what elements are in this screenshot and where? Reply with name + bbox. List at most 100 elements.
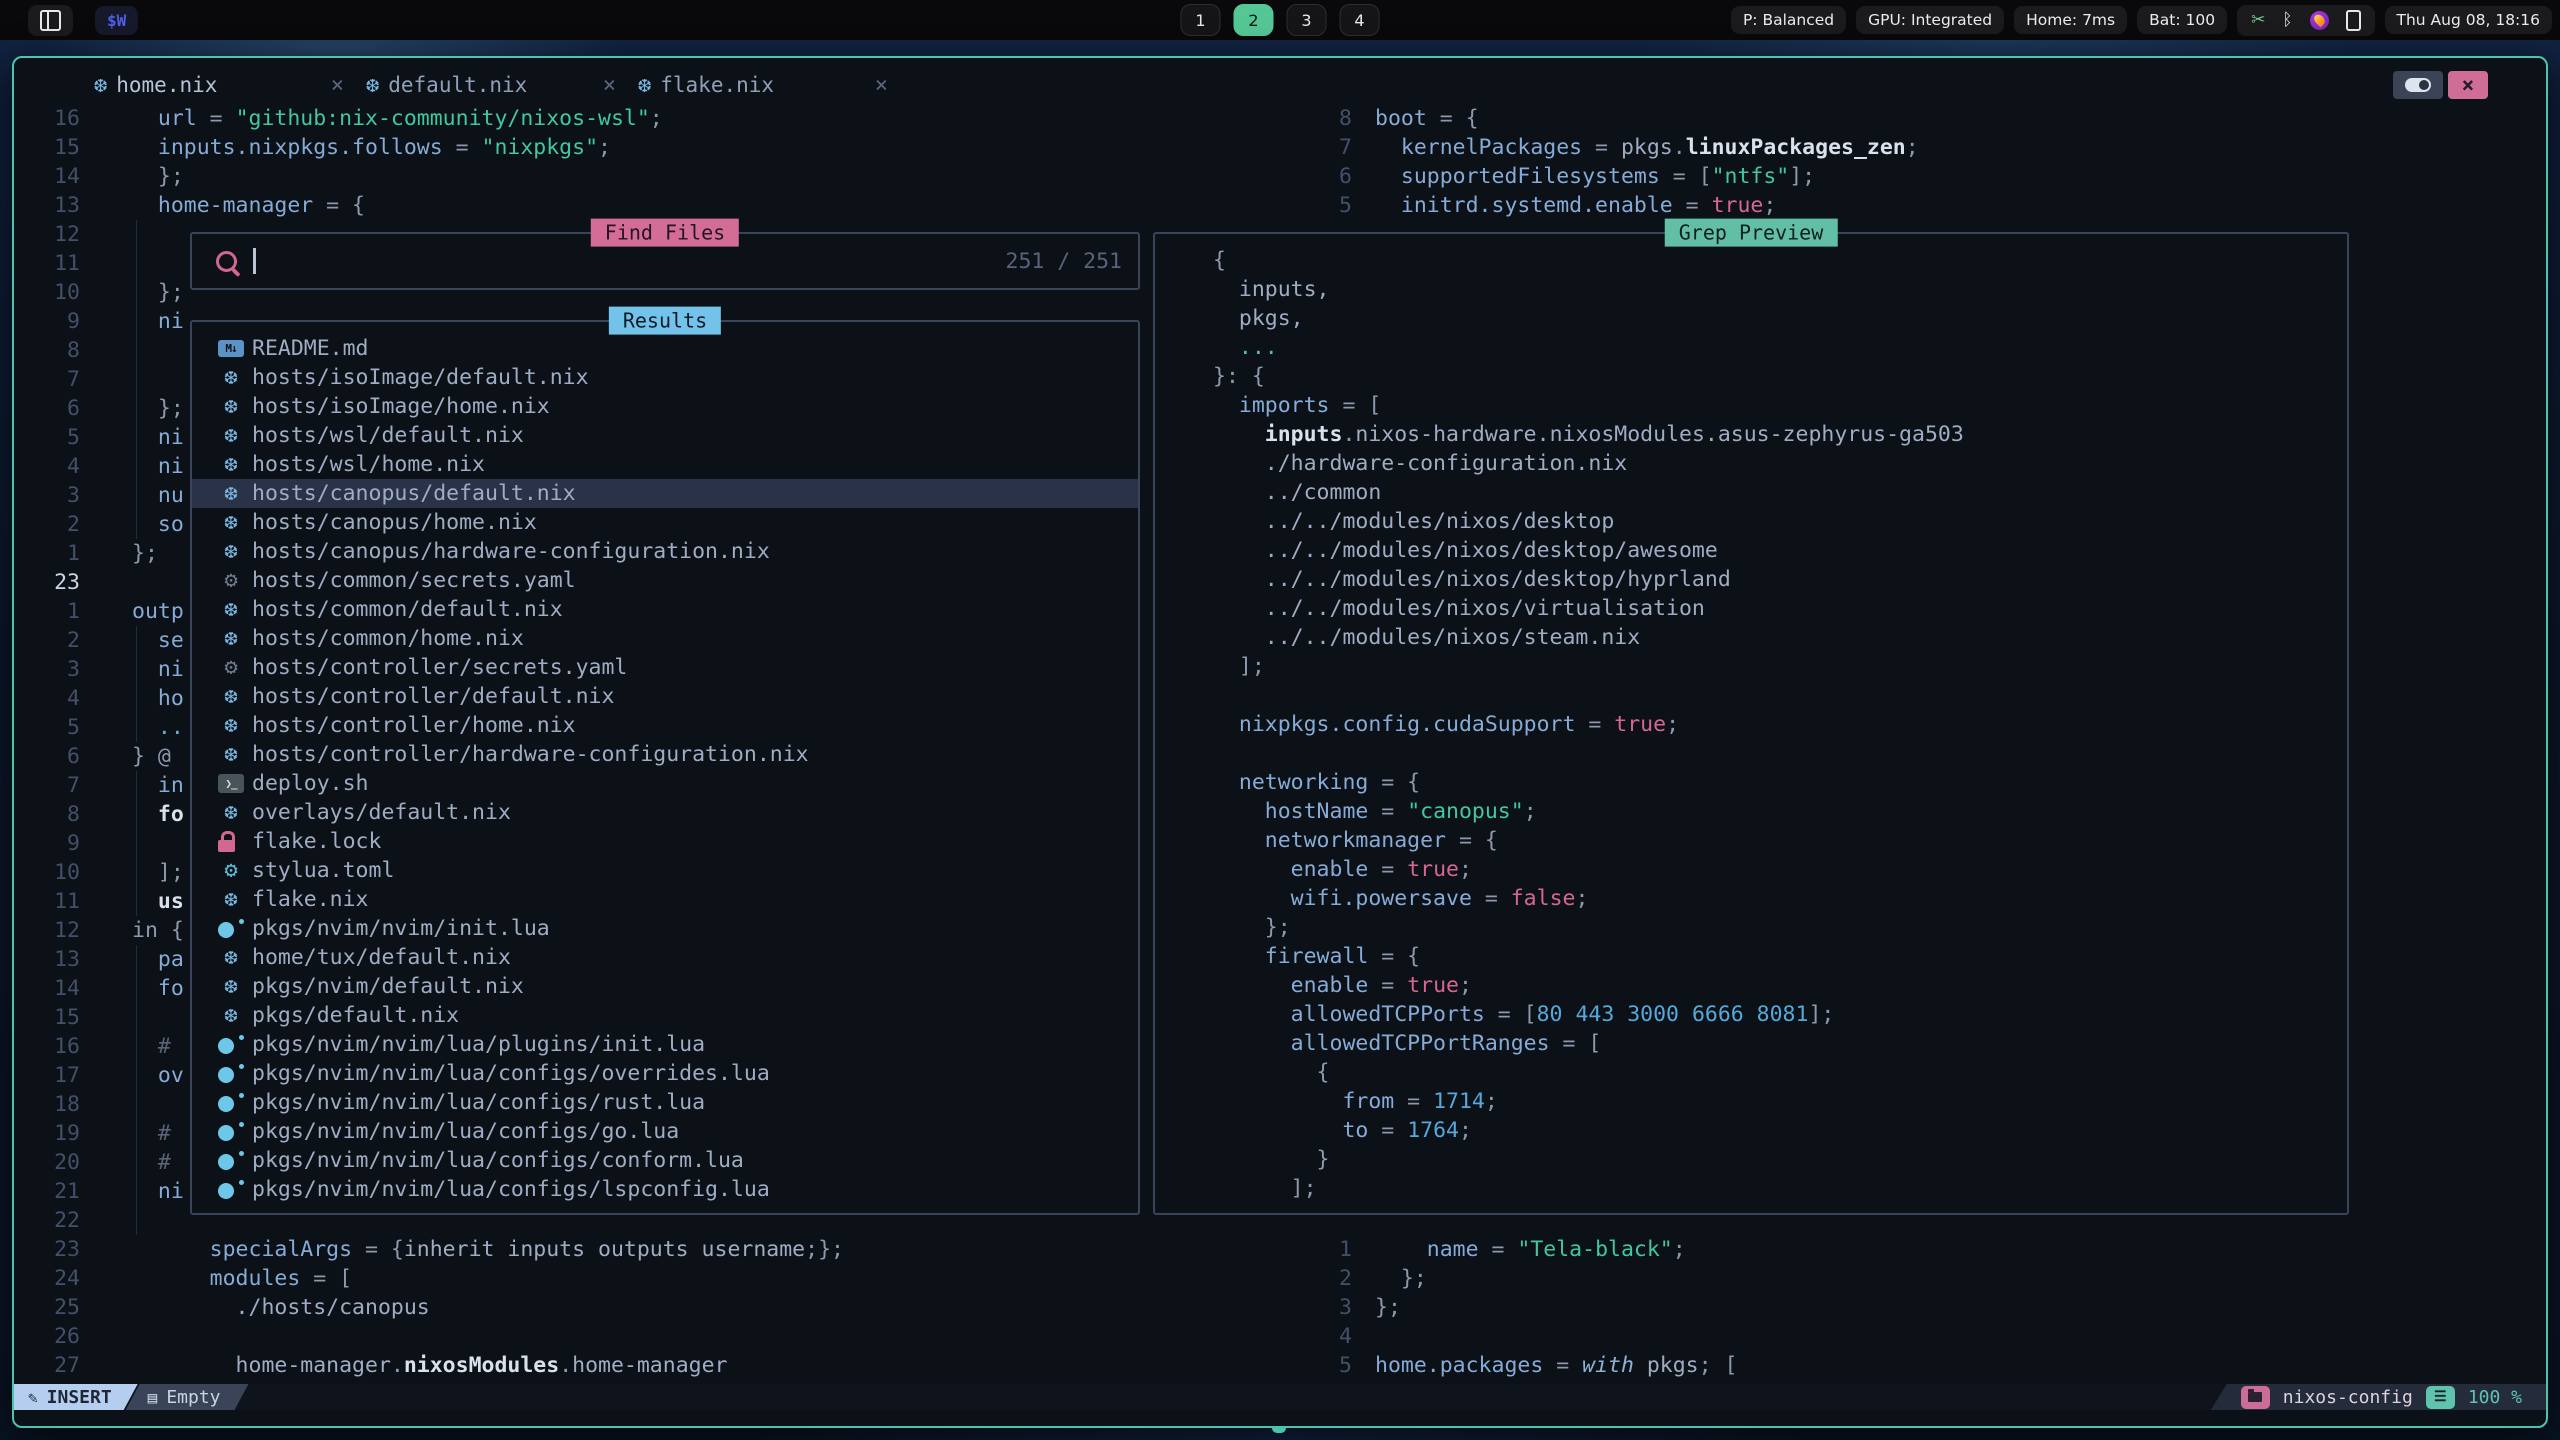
code-line: inputs.nixos-hardware.nixosModules.asus-… — [1161, 420, 2347, 449]
line-number: 8 — [14, 336, 80, 365]
sh-file-icon — [218, 774, 244, 793]
code-line: allowedTCPPortRanges = [ — [1161, 1029, 2347, 1058]
result-item[interactable]: hosts/canopus/hardware-configuration.nix — [192, 537, 1138, 566]
workspace-button-3[interactable]: 3 — [1287, 4, 1327, 36]
line-number: 6 — [14, 742, 80, 771]
result-item[interactable]: hosts/wsl/default.nix — [192, 421, 1138, 450]
editor-pane-right-top[interactable]: 8boot = {7 kernelPackages = pkgs.linuxPa… — [1298, 104, 1919, 220]
line-number: 4 — [14, 684, 80, 713]
code-line[interactable]: 5home.packages = with pkgs; [ — [1298, 1351, 1737, 1380]
workspace-button-4[interactable]: 4 — [1340, 4, 1380, 36]
result-item[interactable]: flake.lock — [192, 827, 1138, 856]
line-number: 11 — [14, 887, 80, 916]
result-item[interactable]: home/tux/default.nix — [192, 943, 1138, 972]
code-line[interactable]: 25 ./hosts/canopus — [14, 1293, 844, 1322]
window-notch — [1272, 1426, 1286, 1433]
code-text: ./hosts/canopus — [80, 1293, 430, 1322]
code-text: ho — [80, 684, 184, 713]
code-line[interactable]: 16 url = "github:nix-community/nixos-wsl… — [14, 104, 844, 133]
result-item[interactable]: pkgs/nvim/nvim/lua/configs/go.lua — [192, 1117, 1138, 1146]
result-item[interactable]: pkgs/nvim/nvim/init.lua — [192, 914, 1138, 943]
code-text: ../../modules/nixos/desktop/hyprland — [1161, 565, 1731, 594]
result-item[interactable]: hosts/controller/hardware-configuration.… — [192, 740, 1138, 769]
code-text — [1161, 739, 1213, 768]
phone-icon[interactable] — [2346, 10, 2361, 31]
result-item[interactable]: hosts/wsl/home.nix — [192, 450, 1138, 479]
result-item[interactable]: pkgs/nvim/nvim/lua/configs/overrides.lua — [192, 1059, 1138, 1088]
code-line[interactable]: 26 — [14, 1322, 844, 1351]
code-line[interactable]: 4 — [1298, 1322, 1737, 1351]
editor-pane-right-bottom[interactable]: 1 name = "Tela-black";2 };3};45home.pack… — [1298, 1235, 1737, 1380]
tab-close-icon[interactable]: × — [869, 73, 894, 98]
result-item[interactable]: hosts/common/secrets.yaml — [192, 566, 1138, 595]
result-label: hosts/canopus/default.nix — [252, 481, 576, 506]
result-item[interactable]: hosts/controller/home.nix — [192, 711, 1138, 740]
code-text: ni — [80, 423, 184, 452]
home-latency-module[interactable]: Home: 7ms — [2014, 6, 2127, 34]
code-line[interactable]: 2 }; — [1298, 1264, 1737, 1293]
code-line[interactable]: 13 home-manager = { — [14, 191, 844, 220]
code-line[interactable]: 23 specialArgs = {inherit inputs outputs… — [14, 1235, 844, 1264]
result-item[interactable]: pkgs/default.nix — [192, 1001, 1138, 1030]
code-line[interactable]: 5 initrd.systemd.enable = true; — [1298, 191, 1919, 220]
result-item[interactable]: hosts/canopus/default.nix — [192, 479, 1138, 508]
workspace-button-2[interactable]: 2 — [1234, 4, 1274, 36]
result-item[interactable]: flake.nix — [192, 885, 1138, 914]
tab-flake.nix[interactable]: ❆flake.nix× — [638, 68, 894, 102]
bluetooth-icon[interactable]: ᛒ — [2282, 12, 2292, 29]
results-list[interactable]: README.mdhosts/isoImage/default.nixhosts… — [192, 322, 1138, 1213]
code-text — [80, 1322, 132, 1351]
code-text: enable = true; — [1161, 971, 1472, 1000]
code-line[interactable]: 27 home-manager.nixosModules.home-manage… — [14, 1351, 844, 1380]
code-line[interactable]: 14 }; — [14, 162, 844, 191]
tab-close-icon[interactable]: × — [325, 73, 350, 98]
workspace-button-1[interactable]: 1 — [1181, 4, 1221, 36]
result-item[interactable]: hosts/common/home.nix — [192, 624, 1138, 653]
code-line[interactable]: 8boot = { — [1298, 104, 1919, 133]
result-item[interactable]: hosts/isoImage/home.nix — [192, 392, 1138, 421]
result-item[interactable]: pkgs/nvim/nvim/lua/configs/rust.lua — [192, 1088, 1138, 1117]
code-line[interactable]: 7 kernelPackages = pkgs.linuxPackages_ze… — [1298, 133, 1919, 162]
code-text: ../common — [1161, 478, 1381, 507]
tab-close-icon[interactable]: × — [597, 73, 622, 98]
line-number: 15 — [14, 1003, 80, 1032]
result-item[interactable]: pkgs/nvim/default.nix — [192, 972, 1138, 1001]
window-tag-button[interactable]: $W — [95, 6, 138, 35]
result-item[interactable]: pkgs/nvim/nvim/lua/plugins/init.lua — [192, 1030, 1138, 1059]
code-line: } — [1161, 1145, 2347, 1174]
code-line[interactable]: 1 name = "Tela-black"; — [1298, 1235, 1737, 1264]
clock[interactable]: Thu Aug 08, 18:16 — [2385, 6, 2552, 34]
close-button[interactable]: × — [2448, 71, 2488, 99]
result-item[interactable]: pkgs/nvim/nvim/lua/configs/lspconfig.lua — [192, 1175, 1138, 1204]
result-item[interactable]: hosts/common/default.nix — [192, 595, 1138, 624]
code-line[interactable]: 15 inputs.nixpkgs.follows = "nixpkgs"; — [14, 133, 844, 162]
code-text: ]; — [80, 858, 184, 887]
grep-preview-window: Grep Preview { inputs, pkgs, ...}: { imp… — [1153, 232, 2349, 1215]
tab-default.nix[interactable]: ❆default.nix× — [366, 68, 622, 102]
toggle-button[interactable] — [2393, 71, 2443, 99]
result-item[interactable]: hosts/isoImage/default.nix — [192, 363, 1138, 392]
result-item[interactable]: hosts/controller/secrets.yaml — [192, 653, 1138, 682]
code-text: ../../modules/nixos/desktop/awesome — [1161, 536, 1718, 565]
result-item[interactable]: deploy.sh — [192, 769, 1138, 798]
result-item[interactable]: README.md — [192, 334, 1138, 363]
browser-flame-icon[interactable] — [2310, 11, 2329, 30]
code-line: imports = [ — [1161, 391, 2347, 420]
result-item[interactable]: hosts/canopus/home.nix — [192, 508, 1138, 537]
code-text — [1161, 681, 1213, 710]
result-item[interactable]: overlays/default.nix — [192, 798, 1138, 827]
result-item[interactable]: stylua.toml — [192, 856, 1138, 885]
power-profile-module[interactable]: P: Balanced — [1731, 6, 1846, 34]
tab-home.nix[interactable]: ❆home.nix× — [94, 68, 350, 102]
battery-module[interactable]: Bat: 100 — [2137, 6, 2227, 34]
result-item[interactable]: hosts/controller/default.nix — [192, 682, 1138, 711]
code-line[interactable]: 3}; — [1298, 1293, 1737, 1322]
result-item[interactable]: pkgs/nvim/nvim/lua/configs/conform.lua — [192, 1146, 1138, 1175]
workspace-switcher: 1234 — [1181, 4, 1380, 36]
gpu-module[interactable]: GPU: Integrated — [1856, 6, 2004, 34]
result-label: home/tux/default.nix — [252, 945, 511, 970]
code-line[interactable]: 6 supportedFilesystems = ["ntfs"]; — [1298, 162, 1919, 191]
screenshot-tool-icon[interactable]: ✂ — [2251, 12, 2265, 29]
app-launcher-button[interactable] — [28, 5, 73, 36]
code-line[interactable]: 24 modules = [ — [14, 1264, 844, 1293]
